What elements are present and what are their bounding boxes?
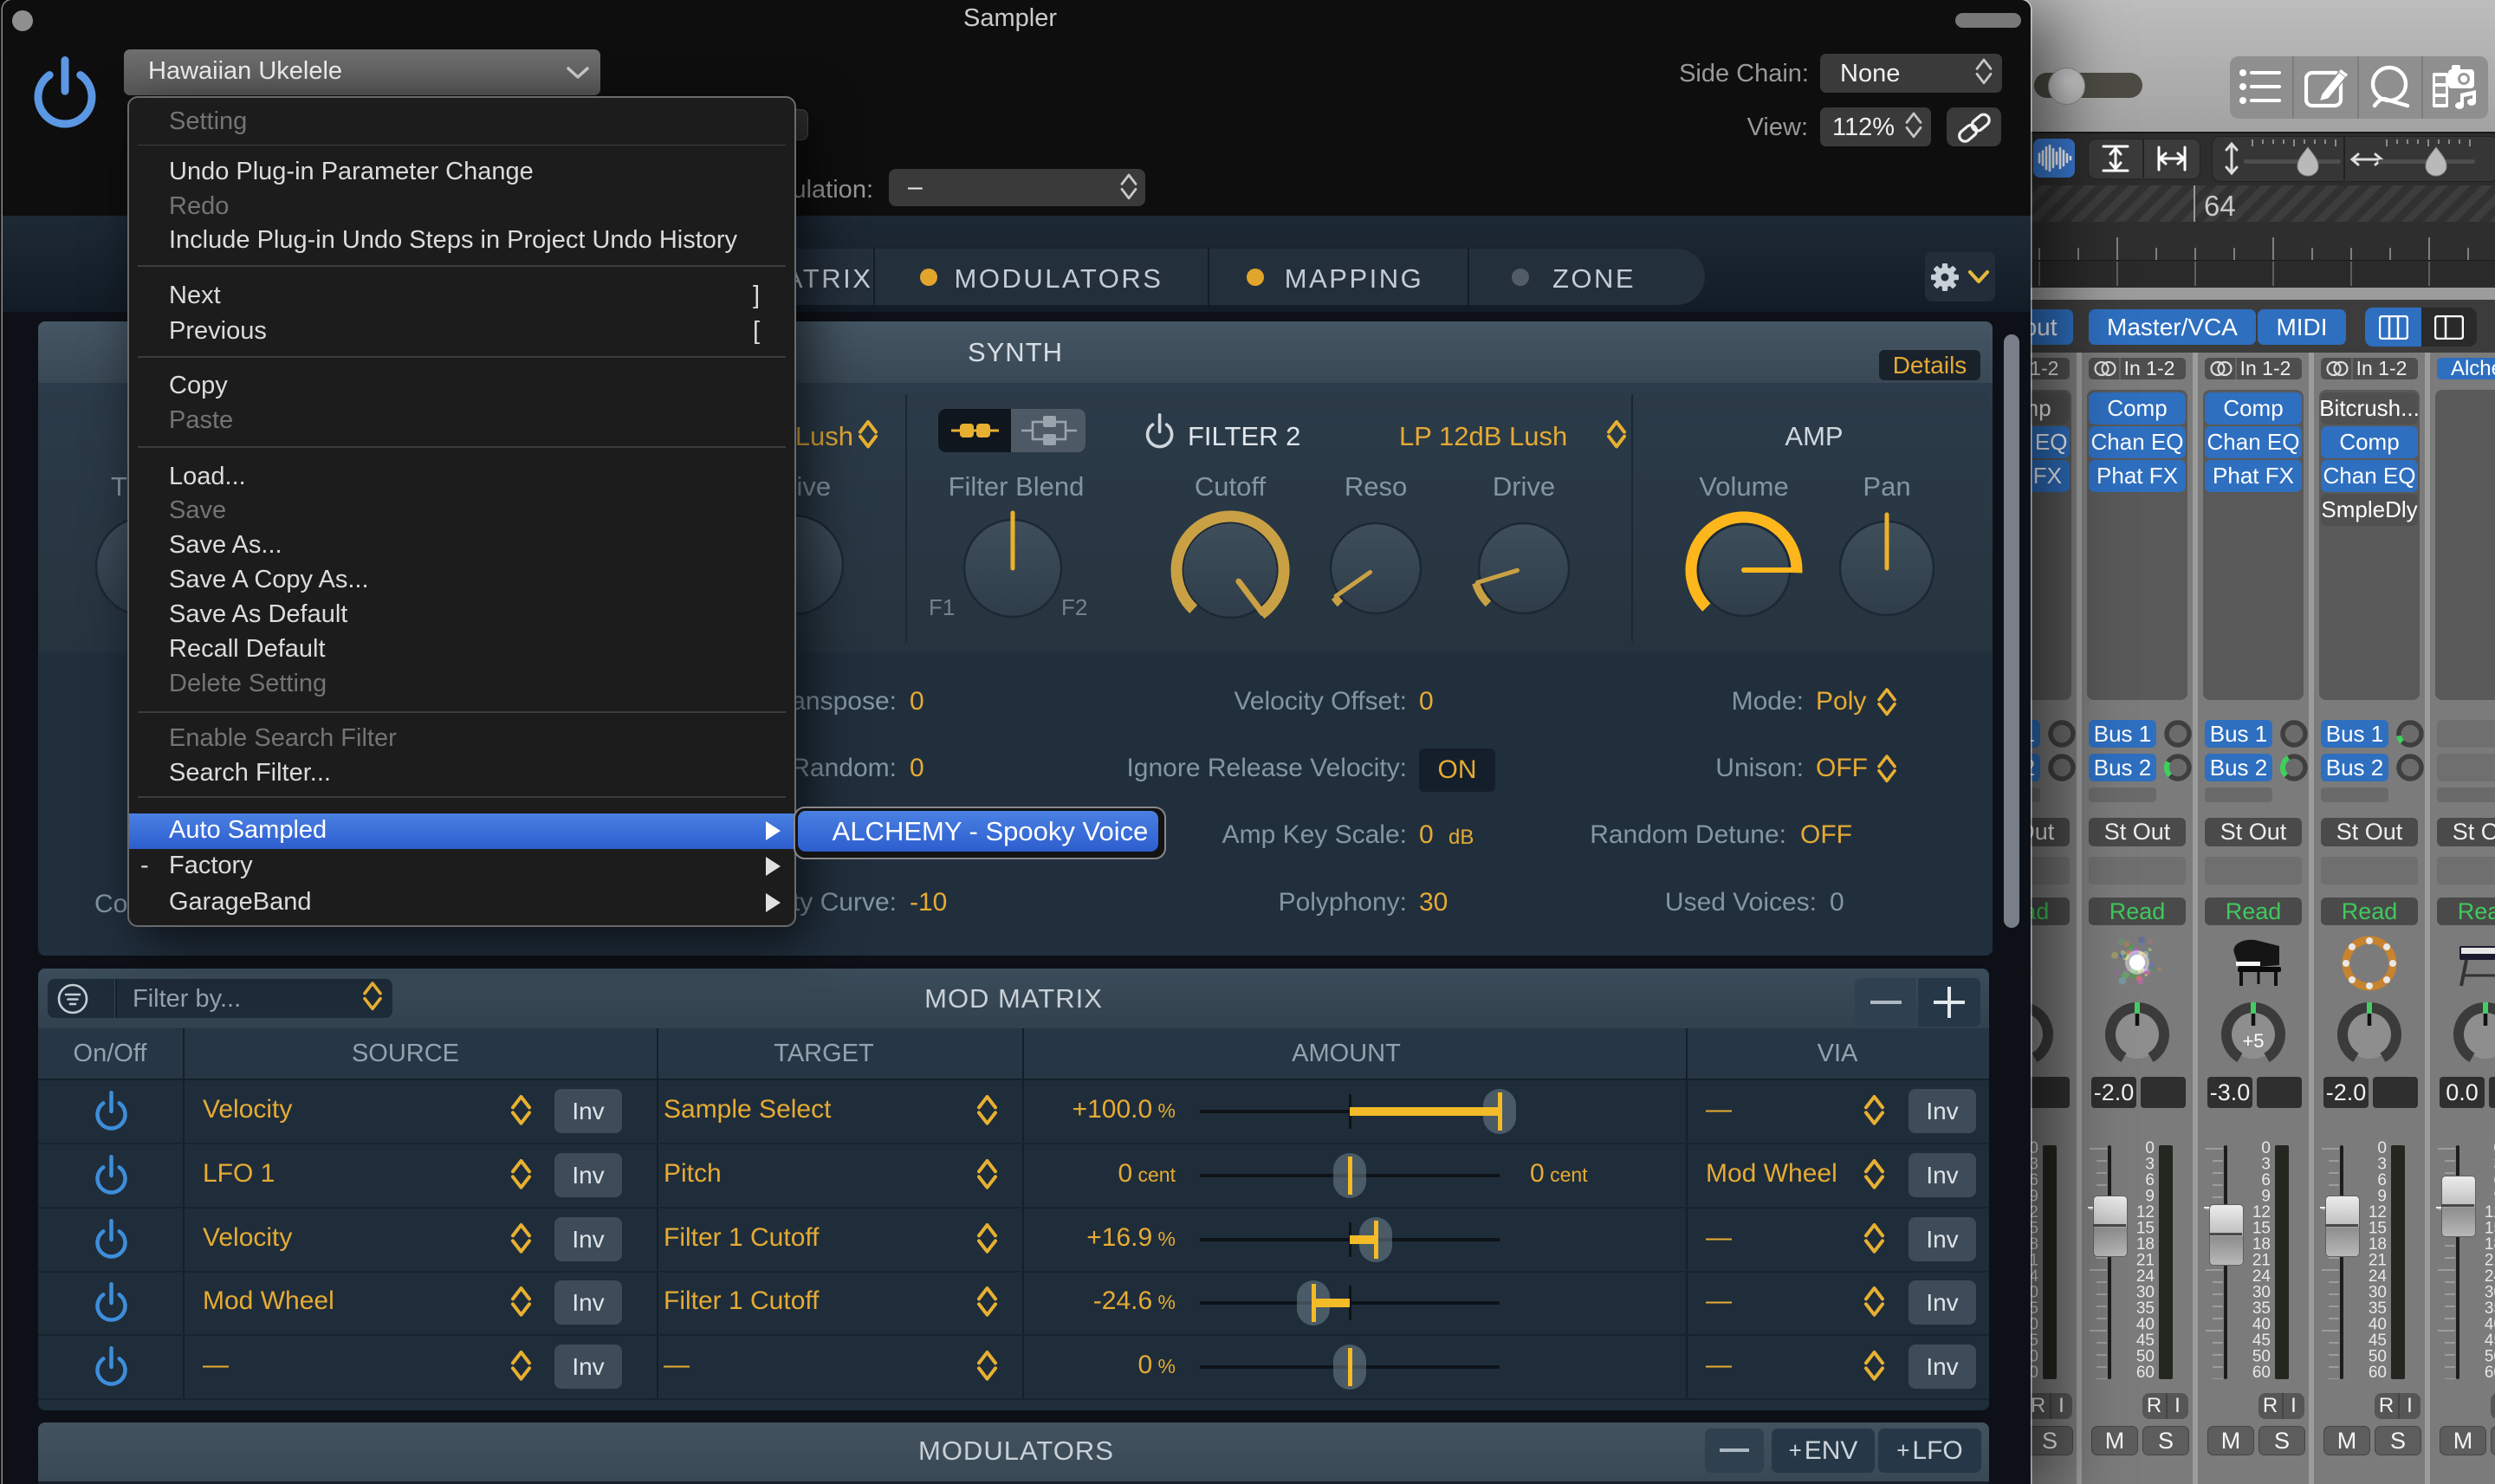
svg-text:60: 60: [2252, 1364, 2271, 1380]
svg-text:+5: +5: [2242, 1030, 2264, 1052]
svg-text:60: 60: [2369, 1364, 2387, 1380]
svg-text:60: 60: [2136, 1364, 2155, 1380]
svg-text:60: 60: [2485, 1364, 2495, 1380]
